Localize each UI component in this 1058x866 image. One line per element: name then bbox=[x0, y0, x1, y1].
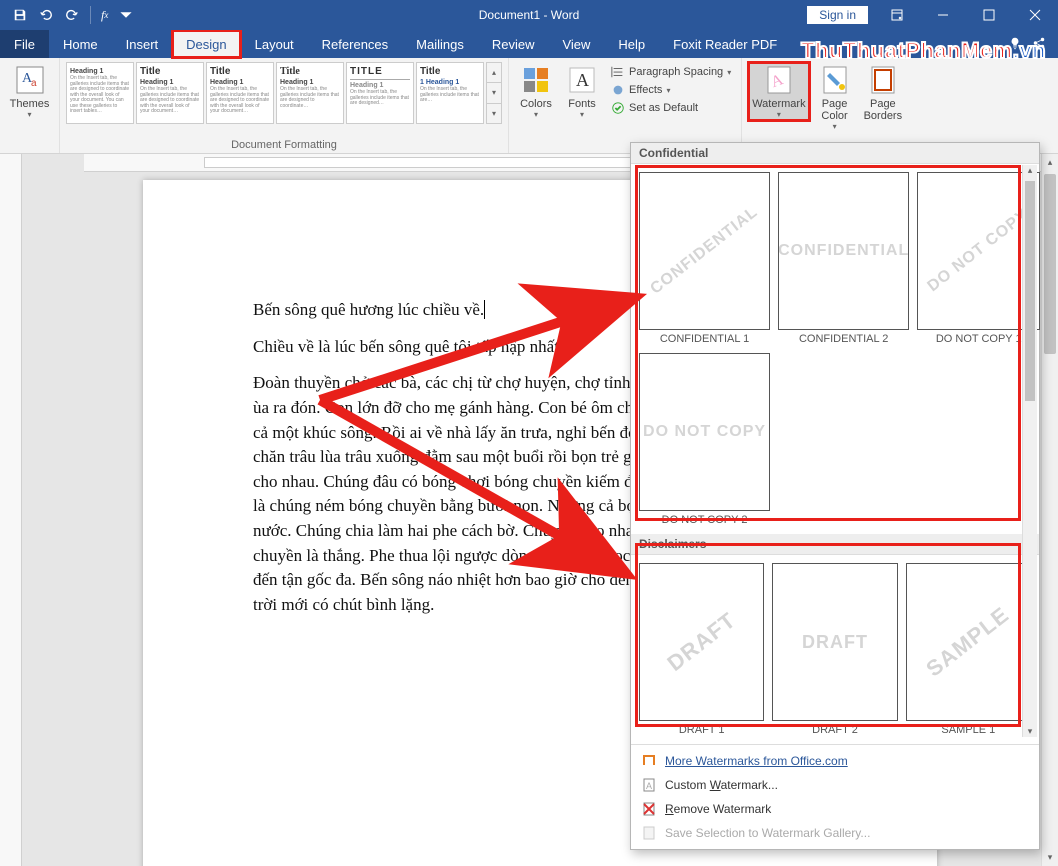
formula-label: fx bbox=[97, 3, 112, 27]
watermark-option[interactable]: DO NOT COPYDO NOT COPY 2 bbox=[639, 353, 770, 526]
minimize-button[interactable] bbox=[920, 0, 966, 30]
scroll-up-icon[interactable]: ▴ bbox=[1042, 154, 1058, 171]
page-borders-button[interactable]: Page Borders bbox=[860, 62, 907, 124]
style-set-item[interactable]: Title Heading 1 On the Insert tab, the g… bbox=[136, 62, 204, 124]
tab-layout[interactable]: Layout bbox=[241, 30, 308, 58]
watermark-option[interactable]: DRAFTDRAFT 1 bbox=[639, 563, 764, 736]
ribbon: Aa Themes ▾ Heading 1 On the Insert tab,… bbox=[0, 58, 1058, 154]
scroll-down-icon[interactable]: ▾ bbox=[487, 83, 501, 103]
style-set-item[interactable]: Title Heading 1 On the Insert tab, the g… bbox=[206, 62, 274, 124]
watermark-menu: More Watermarks from Office.com A Custom… bbox=[631, 744, 1039, 849]
window-title: Document1 - Word bbox=[479, 8, 579, 22]
ribbon-options-button[interactable] bbox=[874, 0, 920, 30]
fonts-icon: A bbox=[566, 64, 598, 96]
scroll-down-icon[interactable]: ▾ bbox=[1042, 849, 1058, 866]
style-set-gallery[interactable]: Heading 1 On the Insert tab, the galleri… bbox=[66, 62, 502, 124]
page-borders-icon bbox=[867, 64, 899, 96]
qat-dropdown[interactable] bbox=[114, 3, 138, 27]
title-bar: fx Document1 - Word Sign in bbox=[0, 0, 1058, 30]
themes-icon: Aa bbox=[14, 64, 46, 96]
fonts-button[interactable]: A Fonts ▾ bbox=[561, 62, 603, 121]
paragraph-spacing-button[interactable]: Paragraph Spacing ▾ bbox=[607, 64, 735, 80]
scroll-up-icon[interactable]: ▴ bbox=[487, 63, 501, 83]
chevron-down-icon: ▾ bbox=[534, 110, 538, 119]
watermark-option[interactable]: SAMPLESAMPLE 1 bbox=[906, 563, 1031, 736]
close-button[interactable] bbox=[1012, 0, 1058, 30]
set-default-button[interactable]: Set as Default bbox=[607, 100, 735, 116]
tab-mailings[interactable]: Mailings bbox=[402, 30, 478, 58]
undo-button[interactable] bbox=[34, 3, 58, 27]
site-watermark: ThuThuatPhanMem.vn bbox=[801, 38, 1046, 64]
colors-icon bbox=[520, 64, 552, 96]
sign-in-button[interactable]: Sign in bbox=[807, 6, 868, 24]
watermark-grid-disclaimers: DRAFTDRAFT 1DRAFTDRAFT 2SAMPLESAMPLE 1 bbox=[631, 555, 1039, 744]
save-button[interactable] bbox=[8, 3, 32, 27]
watermark-option[interactable]: DRAFTDRAFT 2 bbox=[772, 563, 897, 736]
style-set-item[interactable]: TITLE Heading 1 On the Insert tab, the g… bbox=[346, 62, 414, 124]
tab-foxit[interactable]: Foxit Reader PDF bbox=[659, 30, 791, 58]
watermark-grid-confidential: CONFIDENTIALCONFIDENTIAL 1CONFIDENTIALCO… bbox=[631, 164, 1039, 534]
svg-text:A: A bbox=[646, 781, 652, 791]
tab-design[interactable]: Design bbox=[172, 30, 240, 58]
gallery-expand-icon[interactable]: ▾ bbox=[487, 104, 501, 123]
chevron-down-icon: ▾ bbox=[777, 110, 781, 119]
redo-button[interactable] bbox=[60, 3, 84, 27]
menu-custom-watermark[interactable]: A Custom Watermark... bbox=[631, 773, 1039, 797]
gallery-scroll[interactable]: ▴ ▾ ▾ bbox=[486, 62, 502, 124]
menu-more-watermarks[interactable]: More Watermarks from Office.com bbox=[631, 749, 1039, 773]
watermark-icon: A bbox=[763, 64, 795, 96]
maximize-button[interactable] bbox=[966, 0, 1012, 30]
chevron-down-icon: ▾ bbox=[27, 110, 31, 119]
watermark-option[interactable]: CONFIDENTIALCONFIDENTIAL 2 bbox=[778, 172, 909, 345]
scrollbar-thumb[interactable] bbox=[1044, 174, 1056, 354]
watermark-option[interactable]: CONFIDENTIALCONFIDENTIAL 1 bbox=[639, 172, 770, 345]
gallery-section-confidential: Confidential bbox=[631, 143, 1039, 164]
chevron-down-icon: ▾ bbox=[727, 68, 731, 77]
watermark-button[interactable]: A Watermark ▾ bbox=[748, 62, 809, 121]
vertical-scrollbar[interactable]: ▴ ▾ bbox=[1041, 154, 1058, 866]
chevron-down-icon: ▾ bbox=[833, 122, 837, 131]
watermark-gallery-panel: Confidential CONFIDENTIALCONFIDENTIAL 1C… bbox=[630, 142, 1040, 850]
vertical-ruler[interactable] bbox=[0, 154, 22, 866]
chevron-down-icon: ▾ bbox=[666, 86, 670, 95]
page-color-button[interactable]: Page Color ▾ bbox=[814, 62, 856, 133]
style-set-item[interactable]: Heading 1 On the Insert tab, the galleri… bbox=[66, 62, 134, 124]
gallery-section-disclaimers: Disclaimers bbox=[631, 534, 1039, 555]
menu-remove-watermark[interactable]: Remove Watermark bbox=[631, 797, 1039, 821]
page-color-icon bbox=[819, 64, 851, 96]
tab-references[interactable]: References bbox=[308, 30, 402, 58]
group-label-doc-formatting: Document Formatting bbox=[66, 137, 502, 153]
style-set-item[interactable]: Title Heading 1 On the Insert tab, the g… bbox=[276, 62, 344, 124]
menu-save-selection: Save Selection to Watermark Gallery... bbox=[631, 821, 1039, 845]
tab-view[interactable]: View bbox=[548, 30, 604, 58]
themes-button[interactable]: Aa Themes ▾ bbox=[6, 62, 53, 121]
style-set-item[interactable]: Title 1 Heading 1 On the Insert tab, the… bbox=[416, 62, 484, 124]
gallery-scrollbar[interactable]: ▴ ▾ bbox=[1022, 165, 1037, 737]
tab-file[interactable]: File bbox=[0, 30, 49, 58]
svg-text:A: A bbox=[576, 70, 589, 90]
colors-button[interactable]: Colors ▾ bbox=[515, 62, 557, 121]
quick-access-toolbar: fx bbox=[0, 3, 138, 27]
effects-button[interactable]: Effects ▾ bbox=[607, 82, 735, 98]
tab-review[interactable]: Review bbox=[478, 30, 549, 58]
scrollbar-thumb[interactable] bbox=[1025, 181, 1035, 401]
chevron-down-icon: ▾ bbox=[580, 110, 584, 119]
tab-home[interactable]: Home bbox=[49, 30, 112, 58]
tab-insert[interactable]: Insert bbox=[112, 30, 173, 58]
svg-text:a: a bbox=[31, 78, 37, 89]
tab-help[interactable]: Help bbox=[604, 30, 659, 58]
